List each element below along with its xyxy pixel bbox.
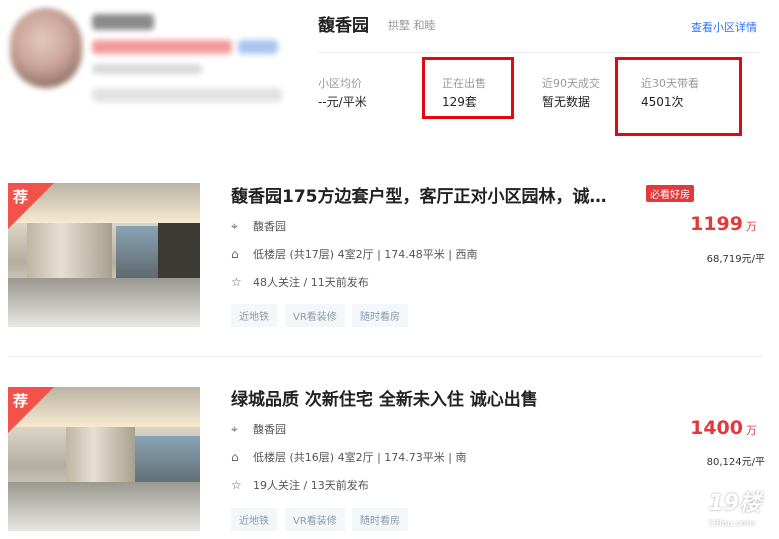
highlight-box-on-sale [422, 57, 514, 119]
location-pin-icon: ⌖ [231, 219, 238, 233]
listing-photo[interactable]: 荐 [8, 387, 200, 531]
tag-vr[interactable]: VR看装修 [285, 304, 345, 327]
community-name: 馥香园 [318, 16, 369, 36]
divider [8, 356, 763, 357]
listing-follow-row: ☆ 48人关注 / 11天前发布 [231, 274, 369, 290]
stat-avg-price: 小区均价 --元/平米 [318, 77, 367, 110]
listing-info: 低楼层 (共16层) 4室2厅 | 174.73平米 | 南 [253, 451, 467, 464]
listing-community-row: ⌖ 馥香园 [231, 421, 286, 437]
community-tags: 拱墅 和睦 [388, 19, 436, 32]
watermark-logo: 19楼 [708, 491, 761, 516]
price-unit: 万 [746, 220, 757, 233]
price-value: 1400 [690, 417, 743, 439]
agent-avatar [10, 8, 82, 88]
divider [318, 52, 760, 53]
agent-buttons-blurred [92, 88, 282, 102]
listing-community-row: ⌖ 馥香园 [231, 218, 286, 234]
stat-value: 暂无数据 [542, 95, 591, 109]
listing-title[interactable]: 馥香园175方边套户型，客厅正对小区园林，诚… [231, 182, 607, 207]
listing-price: 1199 万 [690, 213, 757, 235]
listing-follow-row: ☆ 19人关注 / 13天前发布 [231, 477, 369, 493]
listing-info-row: ⌂ 低楼层 (共16层) 4室2厅 | 174.73平米 | 南 [231, 449, 466, 465]
agent-name-blurred [92, 14, 154, 30]
location-pin-icon: ⌖ [231, 422, 238, 436]
community-detail-link[interactable]: 查看小区详情 [691, 19, 757, 35]
listing-unit-price: 80,124元/平 [706, 457, 765, 468]
listing-info: 低楼层 (共17层) 4室2厅 | 174.48平米 | 西南 [253, 248, 478, 261]
listing-title[interactable]: 绿城品质 次新住宅 全新未入住 诚心出售 [231, 385, 538, 410]
stat-label: 小区均价 [318, 77, 362, 90]
must-see-badge: 必看好房 [646, 185, 694, 202]
listing-community[interactable]: 馥香园 [253, 220, 286, 233]
star-icon: ☆ [231, 275, 242, 289]
tag-near-subway[interactable]: 近地铁 [231, 508, 277, 531]
house-icon: ⌂ [231, 450, 239, 464]
agent-info-blurred [92, 40, 232, 54]
recommend-badge: 荐 [13, 392, 29, 410]
star-icon: ☆ [231, 478, 242, 492]
tag-anytime-viewing[interactable]: 随时看房 [352, 304, 408, 327]
price-unit: 万 [746, 424, 757, 437]
listing-photo[interactable]: 荐 [8, 183, 200, 327]
listing-price: 1400 万 [690, 417, 757, 439]
listing-info-row: ⌂ 低楼层 (共17层) 4室2厅 | 174.48平米 | 西南 [231, 246, 477, 262]
stat-value: --元/平米 [318, 95, 367, 109]
tag-near-subway[interactable]: 近地铁 [231, 304, 277, 327]
house-icon: ⌂ [231, 247, 239, 261]
highlight-box-visits [615, 57, 742, 136]
price-value: 1199 [690, 213, 743, 235]
agent-tag-blurred [238, 40, 278, 54]
listing-community[interactable]: 馥香园 [253, 423, 286, 436]
listing-follow: 19人关注 / 13天前发布 [253, 479, 369, 492]
agent-card [10, 8, 290, 108]
recommend-badge: 荐 [13, 188, 29, 206]
listing-unit-price: 68,719元/平 [706, 254, 765, 265]
stat-label: 近90天成交 [542, 77, 600, 90]
watermark-url: 19lou.com [707, 519, 755, 529]
tag-anytime-viewing[interactable]: 随时看房 [352, 508, 408, 531]
agent-meta-blurred [92, 64, 202, 74]
tag-vr[interactable]: VR看装修 [285, 508, 345, 531]
stat-90d-deals: 近90天成交 暂无数据 [542, 77, 600, 110]
listing-follow: 48人关注 / 11天前发布 [253, 276, 369, 289]
